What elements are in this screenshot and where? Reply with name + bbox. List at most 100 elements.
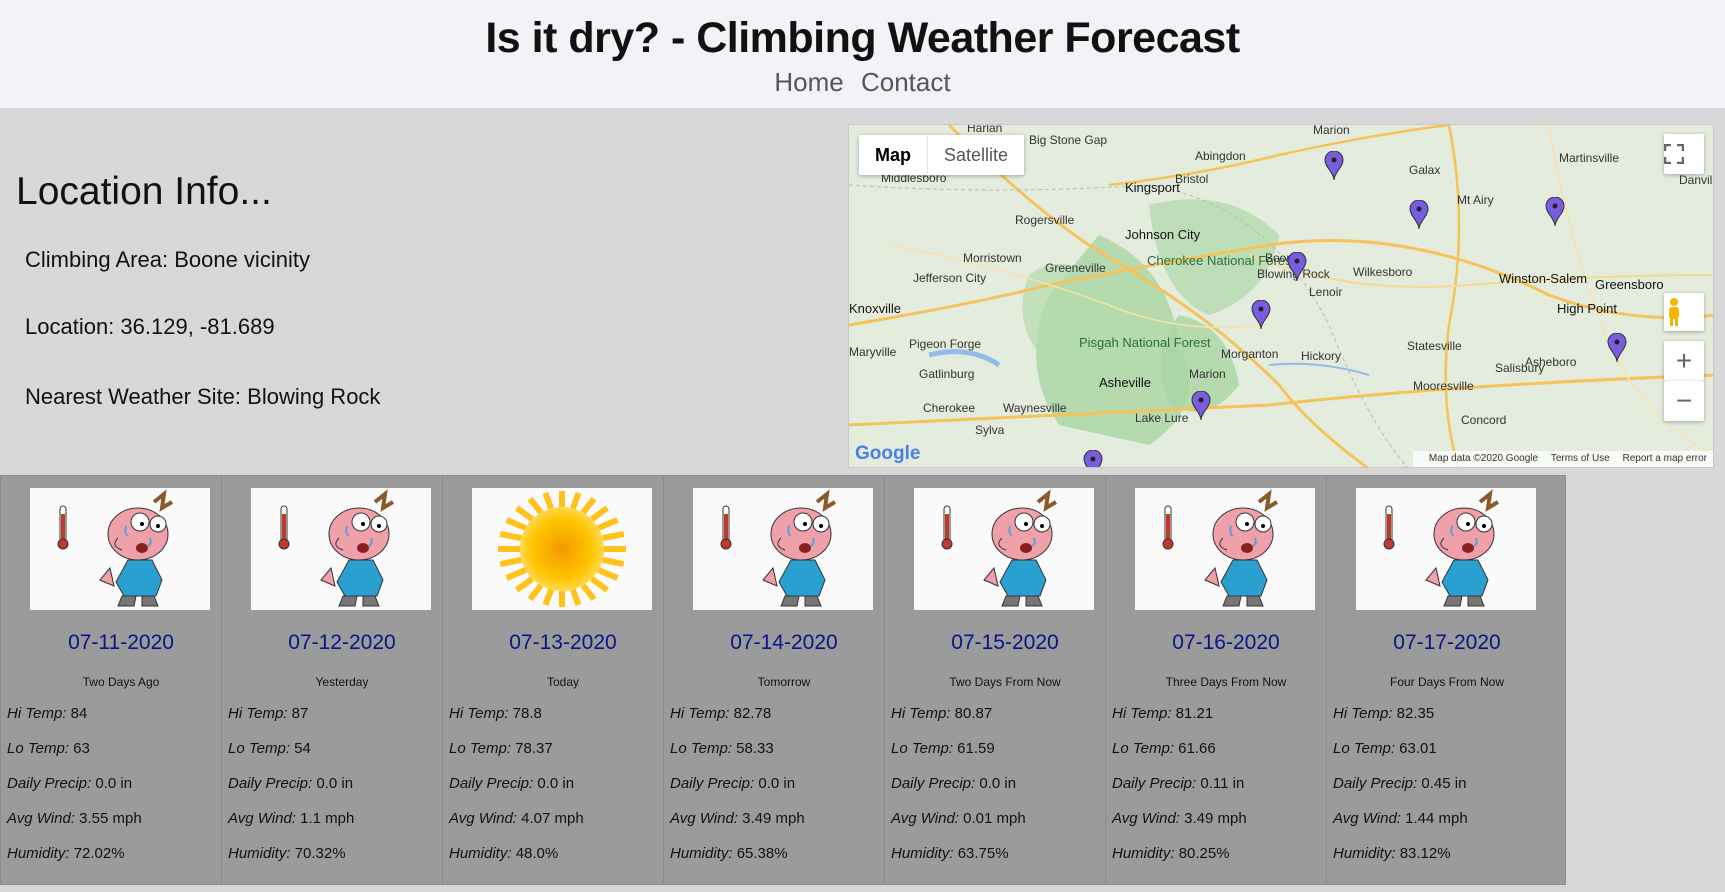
lo-temp-value: 63.01 bbox=[1399, 740, 1437, 757]
climbing-area: Climbing Area: Boone vicinity bbox=[25, 247, 310, 273]
humidity-value: 48.0% bbox=[515, 845, 559, 862]
nav-home-link[interactable]: Home bbox=[774, 67, 843, 97]
map-label: Big Stone Gap bbox=[1029, 133, 1108, 147]
map-marker-pin-icon[interactable] bbox=[1191, 391, 1211, 421]
lo-temp: Lo Temp: 54 bbox=[228, 740, 311, 757]
fullscreen-button[interactable] bbox=[1664, 134, 1704, 174]
wind-value: 1.1 mph bbox=[300, 810, 355, 827]
map-marker-pin-icon[interactable] bbox=[1545, 197, 1565, 227]
zoom-in-button[interactable]: + bbox=[1664, 341, 1704, 381]
humidity-value: 83.12% bbox=[1399, 845, 1451, 862]
avg-wind: Avg Wind: 3.49 mph bbox=[1112, 810, 1247, 827]
hot-man-icon bbox=[1383, 489, 1500, 607]
hi-temp-label: Hi Temp: bbox=[228, 705, 288, 722]
hi-temp-value: 87 bbox=[291, 705, 309, 722]
zoom-out-button[interactable]: − bbox=[1664, 381, 1704, 421]
forecast-date: 07-12-2020 bbox=[288, 631, 396, 654]
humidity: Humidity: 63.75% bbox=[891, 845, 1009, 862]
forecast-card: 07-14-2020 Tomorrow Hi Temp: 82.78 Lo Te… bbox=[663, 475, 903, 885]
map-label: Galax bbox=[1409, 163, 1441, 177]
location-info: Location Info... Climbing Area: Boone vi… bbox=[0, 108, 848, 475]
map-marker-pin-icon[interactable] bbox=[1324, 151, 1344, 181]
daily-precip: Daily Precip: 0.0 in bbox=[7, 775, 132, 792]
map-marker-pin-icon[interactable] bbox=[1607, 333, 1627, 363]
google-map[interactable]: Harlan Big Stone Gap Abingdon Marion Mar… bbox=[848, 124, 1714, 468]
weather-image bbox=[1135, 488, 1315, 610]
humidity-label: Humidity: bbox=[891, 845, 954, 862]
forecast-card: 07-16-2020 Three Days From Now Hi Temp: … bbox=[1105, 475, 1345, 885]
map-label: Lenoir bbox=[1309, 285, 1343, 299]
satellite-view-button[interactable]: Satellite bbox=[928, 135, 1024, 175]
forecast-card: 07-17-2020 Four Days From Now Hi Temp: 8… bbox=[1326, 475, 1566, 885]
forecast-card: 07-12-2020 Yesterday Hi Temp: 87 Lo Temp… bbox=[221, 475, 461, 885]
humidity-label: Humidity: bbox=[449, 845, 512, 862]
minus-icon: − bbox=[1675, 385, 1693, 416]
lo-temp-label: Lo Temp: bbox=[7, 740, 69, 757]
nearest-weather-site: Nearest Weather Site: Blowing Rock bbox=[25, 384, 380, 410]
main-nav: Home Contact bbox=[0, 67, 1725, 98]
map-label: High Point bbox=[1557, 301, 1617, 316]
map-label: Asheboro bbox=[1525, 355, 1577, 369]
map-label: Gatlinburg bbox=[919, 367, 975, 381]
street-view-pegman[interactable] bbox=[1664, 293, 1704, 331]
lo-temp-label: Lo Temp: bbox=[891, 740, 953, 757]
humidity-label: Humidity: bbox=[228, 845, 291, 862]
map-attribution: Map data ©2020 Google Terms of Use Repor… bbox=[1412, 451, 1713, 467]
map-label: Harlan bbox=[967, 124, 1003, 135]
map-marker-pin-icon[interactable] bbox=[1409, 200, 1429, 230]
wind-label: Avg Wind: bbox=[1112, 810, 1180, 827]
map-marker-pin-icon[interactable] bbox=[1287, 252, 1307, 282]
map-label: Mooresville bbox=[1413, 379, 1474, 393]
wind-value: 3.49 mph bbox=[1184, 810, 1247, 827]
location-label: Location: bbox=[25, 314, 115, 339]
daily-precip: Daily Precip: 0.45 in bbox=[1333, 775, 1466, 792]
map-label: Bristol bbox=[1175, 172, 1209, 186]
precip-value: 0.11 in bbox=[1200, 775, 1245, 792]
precip-value: 0.0 in bbox=[316, 775, 354, 792]
nav-contact-link[interactable]: Contact bbox=[861, 67, 951, 97]
report-map-error-link[interactable]: Report a map error bbox=[1623, 453, 1707, 464]
forecast-date: 07-17-2020 bbox=[1393, 631, 1501, 654]
forecast-card: 07-11-2020 Two Days Ago Hi Temp: 84 Lo T… bbox=[0, 475, 240, 885]
climbing-area-label: Climbing Area: bbox=[25, 247, 169, 272]
hi-temp-value: 82.78 bbox=[733, 705, 772, 722]
map-view-button[interactable]: Map bbox=[859, 135, 928, 175]
lo-temp: Lo Temp: 61.66 bbox=[1112, 740, 1216, 757]
lo-temp: Lo Temp: 78.37 bbox=[449, 740, 553, 757]
map-label: Asheville bbox=[1099, 375, 1152, 390]
location-info-heading: Location Info... bbox=[16, 170, 272, 213]
humidity-label: Humidity: bbox=[1112, 845, 1175, 862]
wind-label: Avg Wind: bbox=[7, 810, 75, 827]
hi-temp: Hi Temp: 78.8 bbox=[449, 705, 542, 722]
avg-wind: Avg Wind: 3.55 mph bbox=[7, 810, 142, 827]
lo-temp: Lo Temp: 63.01 bbox=[1333, 740, 1437, 757]
map-marker-pin-icon[interactable] bbox=[1083, 450, 1103, 468]
map-label: Hickory bbox=[1301, 349, 1342, 363]
hi-temp: Hi Temp: 82.78 bbox=[670, 705, 771, 722]
map-label: Morganton bbox=[1221, 347, 1279, 361]
hot-man-icon bbox=[941, 489, 1058, 607]
map-label: Knoxville bbox=[849, 301, 902, 316]
wind-value: 0.01 mph bbox=[963, 810, 1026, 827]
map-label: Winston-Salem bbox=[1499, 271, 1588, 286]
hot-man-icon bbox=[278, 489, 395, 607]
terms-of-use-link[interactable]: Terms of Use bbox=[1551, 453, 1610, 464]
daily-precip: Daily Precip: 0.0 in bbox=[670, 775, 795, 792]
precip-value: 0.0 in bbox=[95, 775, 133, 792]
precip-value: 0.0 in bbox=[758, 775, 796, 792]
map-label: Pisgah National Forest bbox=[1079, 335, 1211, 350]
hi-temp-label: Hi Temp: bbox=[1112, 705, 1172, 722]
forecast-card: 07-13-2020 Today Hi Temp: 78.8 Lo Temp: … bbox=[442, 475, 682, 885]
hi-temp: Hi Temp: 84 bbox=[7, 705, 87, 722]
lo-temp-label: Lo Temp: bbox=[670, 740, 732, 757]
precip-label: Daily Precip: bbox=[449, 775, 534, 792]
daily-precip: Daily Precip: 0.0 in bbox=[449, 775, 574, 792]
lo-temp-label: Lo Temp: bbox=[1112, 740, 1174, 757]
humidity: Humidity: 65.38% bbox=[670, 845, 788, 862]
pegman-icon bbox=[1669, 298, 1679, 326]
map-marker-pin-icon[interactable] bbox=[1251, 300, 1271, 330]
forecast-relative-day: Four Days From Now bbox=[1389, 675, 1505, 689]
map-label: Sylva bbox=[975, 423, 1005, 437]
precip-value: 0.0 in bbox=[537, 775, 575, 792]
precip-label: Daily Precip: bbox=[891, 775, 976, 792]
